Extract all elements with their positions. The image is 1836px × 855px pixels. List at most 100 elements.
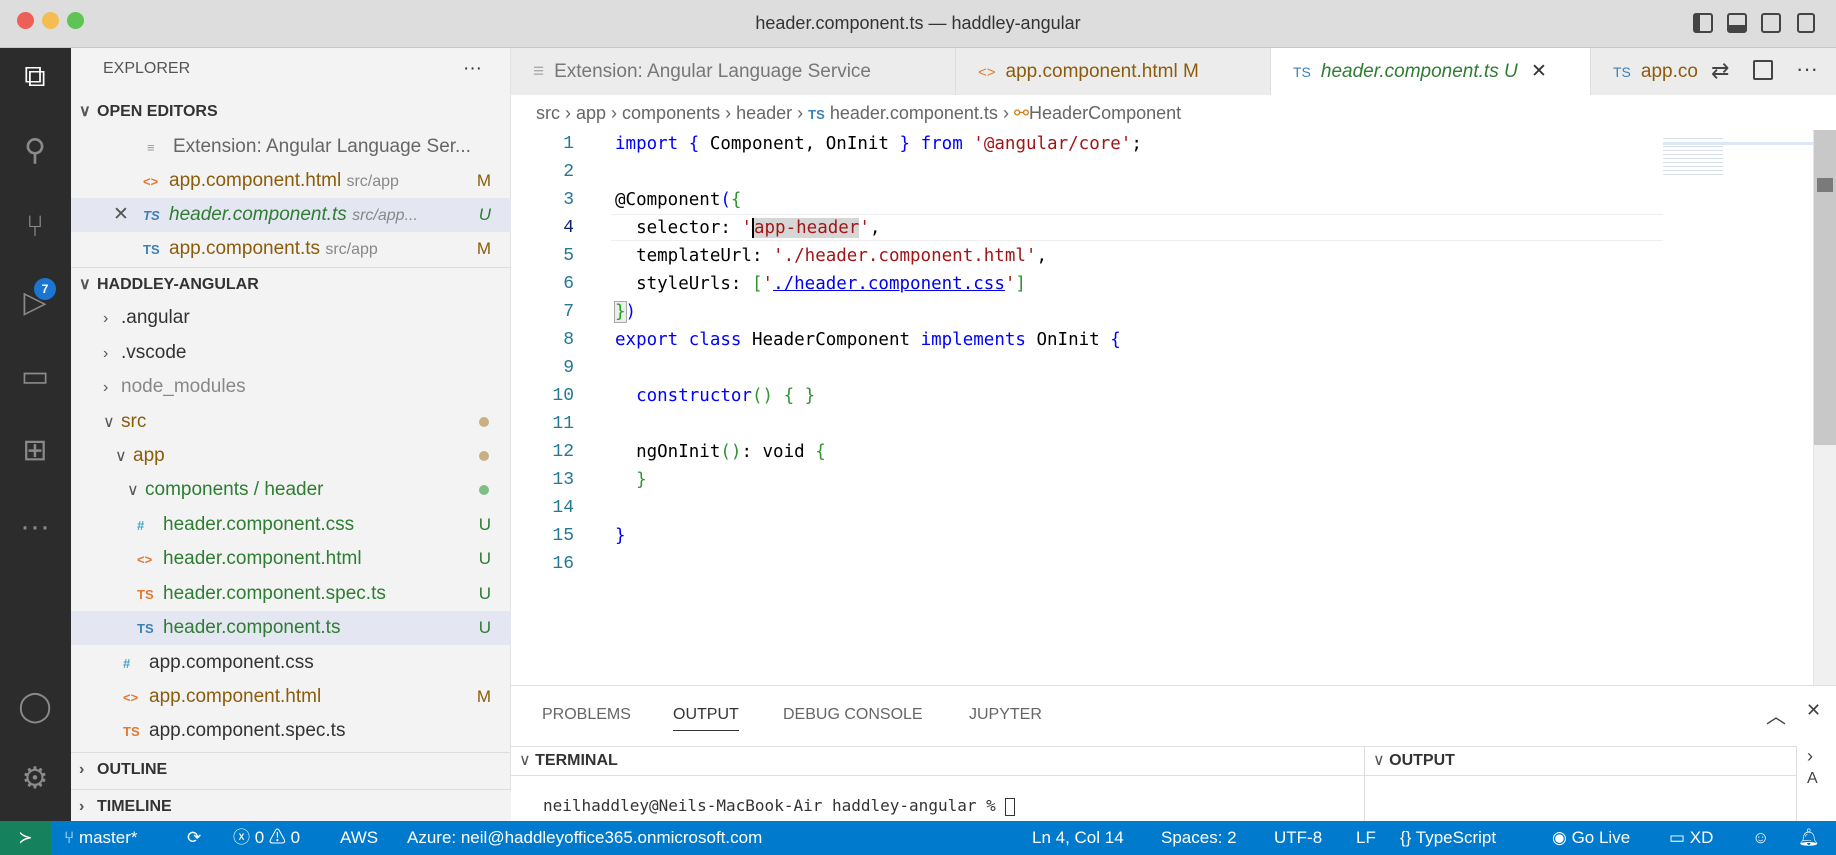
close-panel-icon[interactable]: ✕ [1806, 700, 1821, 721]
typescript-icon: TS [1293, 64, 1311, 80]
code-line[interactable]: styleUrls: ['./header.component.css'] [615, 274, 1026, 294]
explorer-more-button[interactable]: ··· [463, 52, 503, 86]
terminal-prompt[interactable]: neilhaddley@Neils-MacBook-Air haddley-an… [543, 796, 1016, 816]
code-line[interactable]: ngOnInit(): void { [615, 442, 826, 462]
toggle-panel-icon[interactable] [1727, 13, 1747, 33]
language-mode[interactable]: {} TypeScript [1400, 821, 1496, 855]
customize-layout-icon[interactable] [1797, 13, 1815, 33]
code-line[interactable]: export class HeaderComponent implements … [615, 330, 1121, 350]
code-line[interactable]: }) [614, 301, 636, 323]
terminal-header[interactable]: ∨ TERMINAL [511, 746, 1364, 776]
tab-app-component-ts[interactable]: TS app.co [1591, 48, 1701, 95]
timeline-section[interactable]: › TIMELINE [71, 789, 511, 823]
file-item[interactable]: # header.component.css U [71, 508, 511, 542]
open-editor-item-active[interactable]: ✕ TS header.component.ts src/app... U [71, 198, 511, 232]
git-status: M [476, 687, 491, 706]
panel-side-actions[interactable]: › A [1796, 746, 1836, 822]
code-line[interactable]: selector: ' app-header', [615, 218, 880, 238]
close-tab-icon[interactable]: ✕ [1531, 61, 1547, 82]
code-line[interactable]: } [615, 470, 647, 490]
azure-icon[interactable]: A [1807, 770, 1818, 787]
section-label: OUTLINE [97, 761, 168, 778]
go-live-button[interactable]: ◉ Go Live [1552, 821, 1630, 855]
folder-item[interactable]: ∨ app [71, 439, 511, 473]
breadcrumb-item[interactable]: app [576, 103, 606, 123]
section-label: TIMELINE [97, 798, 172, 815]
bottom-panel: PROBLEMS OUTPUT DEBUG CONSOLE JUPYTER ︿ … [511, 685, 1836, 822]
breadcrumb-item[interactable]: header [736, 103, 792, 123]
search-icon[interactable]: ⚲ [16, 132, 54, 170]
tab-extension-angular[interactable]: ≡ Extension: Angular Language Service [511, 48, 956, 95]
file-item-selected[interactable]: TS header.component.ts U [71, 611, 511, 645]
notifications-bell-icon[interactable]: 🔔︎ [1798, 821, 1820, 855]
file-item[interactable]: TS app.component.spec.ts [71, 714, 511, 748]
file-item[interactable]: TS header.component.spec.ts U [71, 577, 511, 611]
file-item[interactable]: # app.component.css [71, 646, 511, 680]
remote-indicator-icon[interactable]: ≻ [0, 821, 51, 855]
xd-status[interactable]: ▭ XD [1669, 821, 1713, 855]
folder-item[interactable]: ∨ components / header [71, 473, 511, 507]
extensions-icon[interactable]: ⊞ [16, 432, 54, 470]
line-number: 16 [552, 554, 574, 574]
folder-item[interactable]: › .vscode [71, 336, 511, 370]
open-editor-item[interactable]: ≡ Extension: Angular Language Ser... [71, 130, 511, 164]
output-header[interactable]: ∨ OUTPUT [1365, 746, 1796, 776]
folder-name: components / header [145, 479, 324, 500]
breadcrumb-item[interactable]: components [622, 103, 720, 123]
folder-item[interactable]: › .angular [71, 301, 511, 335]
maximize-panel-icon[interactable]: ︿ [1766, 700, 1786, 729]
open-changes-icon[interactable]: ⇄ [1711, 58, 1729, 84]
tab-app-component-html[interactable]: <> app.component.html M [956, 48, 1271, 95]
aws-status[interactable]: AWS [340, 821, 378, 855]
editor-scrollbar[interactable] [1813, 130, 1836, 685]
breadcrumb-item[interactable]: HeaderComponent [1029, 103, 1181, 123]
open-editor-item[interactable]: <> app.component.html src/app M [71, 164, 511, 198]
branch-indicator[interactable]: ⑂ master* [64, 821, 138, 855]
settings-gear-icon[interactable]: ⚙ [16, 760, 54, 798]
indentation[interactable]: Spaces: 2 [1161, 821, 1237, 855]
remote-explorer-icon[interactable]: ▭ [16, 358, 54, 396]
feedback-icon[interactable]: ☺ [1752, 821, 1769, 855]
split-editor-icon[interactable] [1753, 60, 1773, 80]
code-editor[interactable]: 1 import { Component, OnInit } from '@ang… [511, 130, 1663, 685]
toggle-sidebar-icon[interactable] [1693, 13, 1713, 33]
code-line[interactable]: } [615, 526, 626, 546]
explorer-icon[interactable]: ⧉ [16, 58, 54, 96]
run-debug-icon[interactable]: ▷ [16, 284, 54, 322]
more-actions-icon[interactable]: ··· [1796, 56, 1818, 82]
accounts-icon[interactable]: ◯ [16, 688, 54, 726]
line-ending[interactable]: LF [1356, 821, 1376, 855]
code-line[interactable]: templateUrl: './header.component.html', [615, 246, 1047, 266]
azure-account[interactable]: Azure: neil@haddleyoffice365.onmicrosoft… [407, 821, 762, 855]
minimap[interactable] [1663, 130, 1813, 685]
tab-debug-console[interactable]: DEBUG CONSOLE [783, 706, 923, 724]
breadcrumb-item[interactable]: src [536, 103, 560, 123]
close-icon[interactable]: ✕ [113, 198, 143, 232]
more-icon[interactable]: ··· [16, 508, 54, 546]
folder-item[interactable]: ∨ src [71, 405, 511, 439]
file-name: app.component.html [169, 170, 342, 191]
encoding[interactable]: UTF-8 [1274, 821, 1322, 855]
problems-indicator[interactable]: ⓧ 0 ⚠ 0 [233, 821, 300, 855]
code-line[interactable]: @Component({ [615, 190, 741, 210]
tab-jupyter[interactable]: JUPYTER [969, 706, 1042, 724]
file-item[interactable]: <> app.component.html M [71, 680, 511, 714]
source-control-icon[interactable]: ⑂ [16, 208, 54, 246]
code-line[interactable]: constructor() { } [615, 386, 815, 406]
open-editor-item[interactable]: TS app.component.ts src/app M [71, 232, 511, 266]
folder-item[interactable]: › node_modules [71, 370, 511, 404]
warning-count: 0 [290, 828, 301, 847]
prompt-text: neilhaddley@Neils-MacBook-Air haddley-an… [543, 796, 1006, 815]
tab-problems[interactable]: PROBLEMS [542, 706, 631, 724]
project-section[interactable]: ∨ HADDLEY-ANGULAR [71, 267, 511, 301]
file-item[interactable]: <> header.component.html U [71, 542, 511, 576]
sync-icon[interactable]: ⟳ [187, 821, 201, 855]
outline-section[interactable]: › OUTLINE [71, 752, 511, 786]
cursor-position[interactable]: Ln 4, Col 14 [1032, 821, 1124, 855]
toggle-secondary-sidebar-icon[interactable] [1761, 13, 1781, 33]
tab-output[interactable]: OUTPUT [673, 706, 739, 731]
breadcrumb-item[interactable]: header.component.ts [830, 103, 998, 123]
tab-header-component-ts[interactable]: TS header.component.ts U ✕ [1271, 48, 1591, 95]
code-line[interactable]: import { Component, OnInit } from '@angu… [615, 134, 1142, 154]
open-editors-section[interactable]: ∨ OPEN EDITORS [71, 95, 511, 129]
